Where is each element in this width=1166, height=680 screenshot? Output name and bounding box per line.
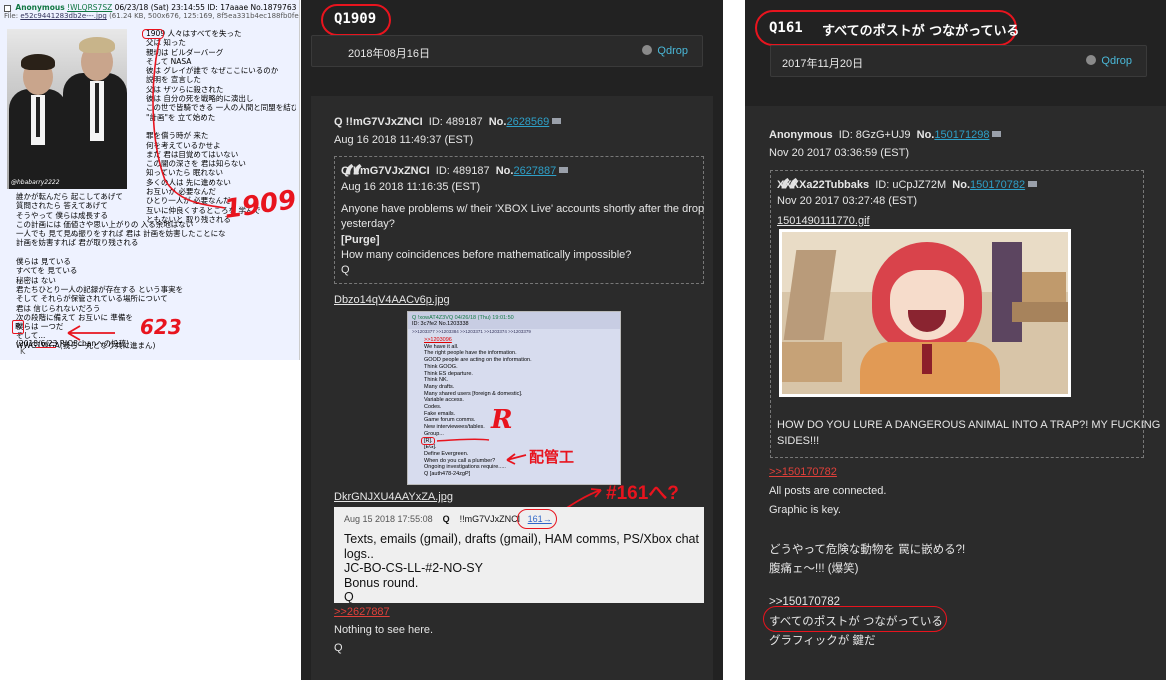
chan-screenshot: Anonymous !WLQRS7SZ 06/23/18 (Sat) 23:14…: [0, 0, 300, 360]
anime-gif[interactable]: [779, 229, 1071, 397]
post-date: 2017年11月20日: [782, 58, 864, 70]
jp-line-2: 腹痛ェ〜!!! (爆笑): [769, 563, 859, 575]
line-all-connected: All posts are connected.: [769, 485, 887, 497]
shot2-trip: !!mG7VJxZNCI: [459, 514, 521, 524]
qdrop-link[interactable]: Qdrop: [1086, 55, 1132, 67]
line-graphic-key: Graphic is key.: [769, 504, 841, 516]
date-bar: 2017年11月20日 Qdrop: [770, 45, 1147, 77]
shot2-line-3: JC-BO-CS-LL-#2-NO-SY: [344, 561, 483, 575]
jp-line-4: グラフィックが 鍵だ: [769, 635, 876, 647]
shot2-date: Aug 15 2018 17:55:08: [344, 514, 433, 524]
quote-no-label: No.: [952, 179, 971, 191]
reply-link[interactable]: >>2627887: [334, 606, 390, 618]
quote-author: XXXXa22Tubbaks: [777, 179, 870, 191]
q-number: Q161: [769, 20, 803, 36]
annotation-161: #161へ?: [606, 483, 679, 504]
quote-number-link[interactable]: 150170782: [970, 179, 1025, 191]
qdrop-label: Qdrop: [1101, 55, 1132, 67]
shot2-line-2: logs..: [344, 546, 374, 561]
reply-sig: Q: [334, 642, 343, 654]
quote-text-1: HOW DO YOU LURE A DANGEROUS ANIMAL INTO …: [777, 419, 1161, 431]
annotation-623: 623: [140, 315, 182, 339]
post-title: すべてのポストが つながっている: [822, 24, 1020, 39]
image-filename-2[interactable]: DkrGNJXU4AAYxZA.jpg: [334, 491, 453, 503]
post-id: ID: 8GzG+UJ9: [838, 129, 911, 141]
q1909-panel: Q1909 2018年08月16日 Qdrop Q !!mG7VJxZNCI I…: [301, 0, 723, 680]
reply-text: Nothing to see here.: [334, 624, 434, 636]
post-number-link[interactable]: 150171298: [934, 129, 989, 141]
post-no-label: No.: [916, 129, 935, 141]
post-timestamp: Nov 20 2017 03:36:59 (EST): [769, 147, 910, 159]
embedded-screenshot-2[interactable]: Aug 15 2018 17:55:08 Q !!mG7VJxZNCI 161→…: [334, 507, 704, 603]
quote-id: ID: uCpJZ72M: [875, 179, 947, 191]
quote-file[interactable]: 1501490111770.gif: [777, 215, 870, 227]
quote-header: XXXXa22Tubbaks ID: uCpJZ72M No.150170782: [777, 179, 1038, 191]
quote-timestamp: Nov 20 2017 03:27:48 (EST): [777, 195, 918, 207]
shot2-q: Q: [442, 514, 450, 524]
qdrop-icon: [1086, 55, 1097, 65]
shot2-line-1: Texts, emails (gmail), drafts (gmail), H…: [344, 532, 699, 546]
shot2-line-5: Q: [344, 590, 354, 603]
shot2-link-circle: [517, 509, 557, 529]
shot2-line-4: Bonus round.: [344, 575, 419, 590]
quote-text-2: SIDES!!!: [777, 435, 820, 447]
reply-link[interactable]: >>150170782: [769, 466, 837, 478]
panel-gap: [723, 0, 745, 680]
quoted-post: “ XXXXa22Tubbaks ID: uCpJZ72M No.1501707…: [770, 170, 1160, 458]
jp-line-1: どうやって危険な動物を 罠に嵌める?!: [769, 544, 966, 556]
shot2-text: Texts, emails (gmail), drafts (gmail), H…: [344, 532, 699, 603]
jp-line-3: すべてのポストが つながっている: [769, 616, 943, 628]
q161-panel: Q161 すべてのポストが つながっている 2017年11月20日 Qdrop …: [745, 0, 1166, 680]
flag-icon: [1028, 181, 1038, 187]
post-author: Anonymous: [769, 129, 833, 141]
post-header: Anonymous ID: 8GzG+UJ9 No.150171298: [769, 129, 1002, 141]
flag-icon: [992, 131, 1002, 137]
red-annotation-strokes: [67, 37, 226, 341]
